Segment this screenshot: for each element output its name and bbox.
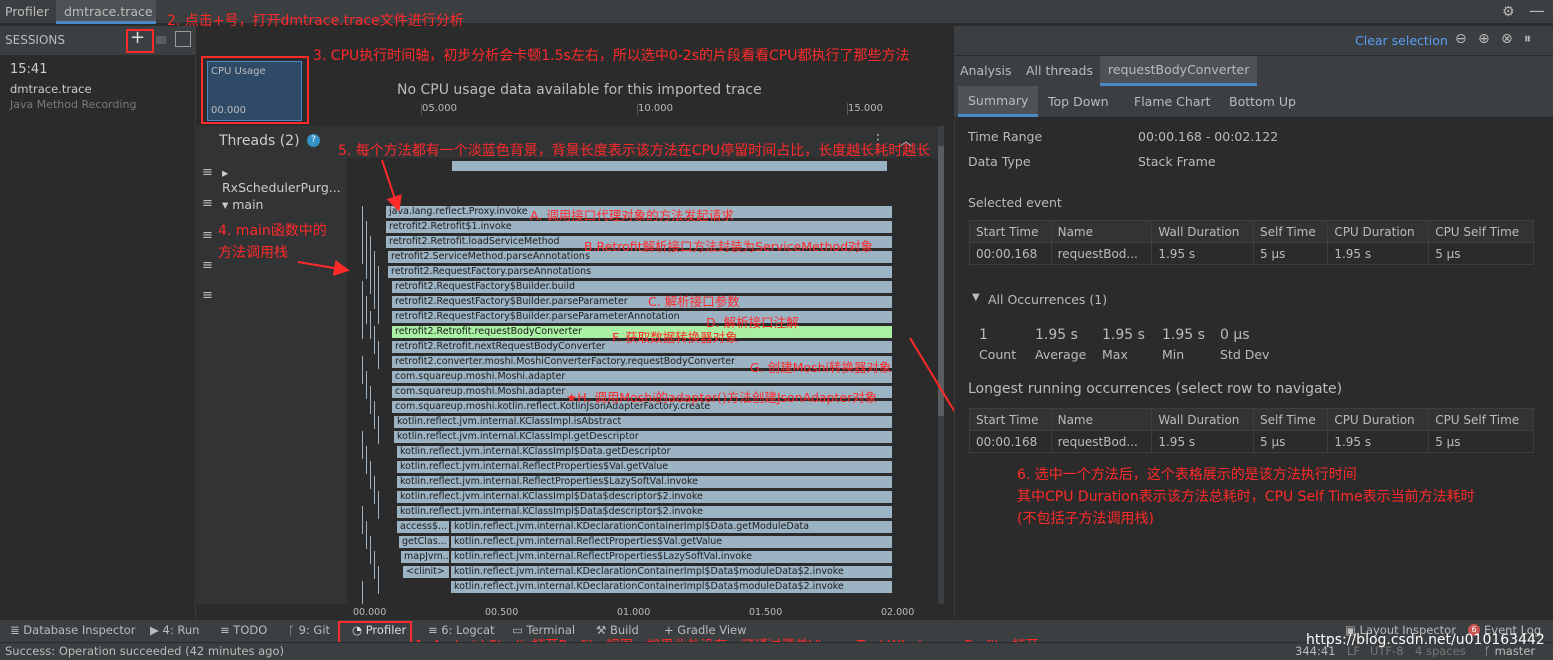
col-cpu-self-time[interactable]: CPU Self Time	[1428, 408, 1534, 431]
col-cpu-duration[interactable]: CPU Duration	[1327, 220, 1430, 243]
tab-analysis[interactable]: Analysis	[960, 63, 1012, 78]
tool-todo[interactable]: ≡ TODO	[220, 623, 267, 637]
tool-label: TODO	[233, 623, 268, 637]
stat-stddev-value: 0 μs	[1220, 327, 1250, 343]
tool-label: 4: Run	[162, 623, 200, 637]
cell-wall-duration: 1.95 s	[1151, 430, 1255, 453]
expand-arrow-icon[interactable]: ▼	[972, 292, 980, 303]
cell-self-time: 5 μs	[1253, 242, 1329, 265]
selected-event-label: Selected event	[968, 195, 1062, 210]
table-row[interactable]: 00:00.168 requestBod... 1.95 s 5 μs 1.95…	[969, 430, 1534, 453]
col-wall-duration[interactable]: Wall Duration	[1151, 408, 1255, 431]
time-range-value: 00:00.168 - 00:02.122	[1138, 129, 1279, 144]
tool-label: 9: Git	[298, 623, 331, 637]
right-tabs-secondary: Summary Top Down Flame Chart Bottom Up	[954, 86, 1553, 118]
cell-cpu-duration: 1.95 s	[1327, 242, 1430, 265]
cell-start-time: 00:00.168	[969, 242, 1052, 265]
zoom-in-icon[interactable]: ⊕	[1478, 31, 1490, 47]
right-toolbar: Clear selection ⊖ ⊕ ⊗ ⏸	[954, 26, 1553, 55]
stat-min-label: Min	[1162, 347, 1185, 362]
col-cpu-self-time[interactable]: CPU Self Time	[1428, 220, 1534, 243]
longest-running-table: Start Time Name Wall Duration Self Time …	[969, 408, 1534, 453]
tab-request-body-converter[interactable]: requestBodyConverter	[1100, 56, 1258, 86]
col-cpu-duration[interactable]: CPU Duration	[1327, 408, 1430, 431]
longest-running-label: Longest running occurrences (select row …	[968, 381, 1343, 397]
tab-flame-chart[interactable]: Flame Chart	[1134, 94, 1211, 109]
database-icon: ≣	[10, 623, 24, 637]
stat-min-value: 1.95 s	[1162, 327, 1205, 343]
annotation-6-line3: (不包括子方法调用栈)	[1017, 511, 1154, 527]
col-wall-duration[interactable]: Wall Duration	[1151, 220, 1255, 243]
stat-count-value: 1	[979, 327, 988, 343]
tab-summary[interactable]: Summary	[958, 86, 1039, 117]
col-start-time[interactable]: Start Time	[969, 408, 1052, 431]
pause-icon[interactable]: ⏸	[1524, 31, 1531, 47]
tool-run[interactable]: ▶ 4: Run	[150, 623, 199, 637]
cell-name: requestBod...	[1050, 242, 1153, 265]
clear-selection-link[interactable]: Clear selection	[1355, 33, 1448, 48]
reset-zoom-icon[interactable]: ⊗	[1501, 31, 1513, 47]
cell-start-time: 00:00.168	[969, 430, 1052, 453]
col-name[interactable]: Name	[1050, 408, 1153, 431]
tool-database-inspector[interactable]: ≣ Database Inspector	[10, 623, 135, 637]
tab-all-threads[interactable]: All threads	[1026, 63, 1093, 78]
tab-top-down[interactable]: Top Down	[1048, 94, 1109, 109]
cell-self-time: 5 μs	[1253, 430, 1329, 453]
cell-cpu-duration: 1.95 s	[1327, 430, 1430, 453]
tool-label: Database Inspector	[23, 623, 136, 637]
stat-max-value: 1.95 s	[1102, 327, 1145, 343]
all-occurrences-label[interactable]: All Occurrences (1)	[988, 292, 1107, 307]
stat-count-label: Count	[979, 347, 1017, 362]
col-start-time[interactable]: Start Time	[969, 220, 1052, 243]
cell-wall-duration: 1.95 s	[1151, 242, 1255, 265]
status-message: Success: Operation succeeded (42 minutes…	[5, 644, 284, 658]
cell-name: requestBod...	[1050, 430, 1153, 453]
cell-cpu-self-time: 5 μs	[1428, 430, 1534, 453]
time-range-label: Time Range	[968, 129, 1043, 144]
col-self-time[interactable]: Self Time	[1253, 408, 1329, 431]
arrow-4	[297, 260, 350, 276]
col-self-time[interactable]: Self Time	[1253, 220, 1329, 243]
selected-event-table: Start Time Name Wall Duration Self Time …	[969, 220, 1534, 265]
list-icon: ≡	[220, 623, 234, 637]
annotation-6-line1: 6. 选中一个方法后，这个表格展示的是该方法执行时间	[1017, 467, 1357, 483]
right-tabs-primary: Analysis All threads requestBodyConverte…	[954, 56, 1553, 86]
tool-git[interactable]: ᚴ 9: Git	[288, 623, 330, 637]
table-row[interactable]: 00:00.168 requestBod... 1.95 s 5 μs 1.95…	[969, 242, 1534, 265]
cell-cpu-self-time: 5 μs	[1428, 242, 1534, 265]
stat-max-label: Max	[1102, 347, 1128, 362]
zoom-out-icon[interactable]: ⊖	[1455, 31, 1467, 47]
annotation-6-line2: 其中CPU Duration表示该方法总耗时，CPU Self Time表示当前…	[1017, 489, 1475, 505]
data-type-value: Stack Frame	[1138, 154, 1216, 169]
stat-stddev-label: Std Dev	[1220, 347, 1270, 362]
stat-average-value: 1.95 s	[1035, 327, 1078, 343]
stat-average-label: Average	[1035, 347, 1087, 362]
branch-icon: ᚴ	[288, 623, 299, 637]
watermark-text: https://blog.csdn.net/u010163442	[1306, 632, 1545, 648]
data-type-label: Data Type	[968, 154, 1031, 169]
run-icon: ▶	[150, 623, 163, 637]
arrow-5	[381, 159, 402, 212]
tab-bottom-up[interactable]: Bottom Up	[1229, 94, 1296, 109]
col-name[interactable]: Name	[1050, 220, 1153, 243]
